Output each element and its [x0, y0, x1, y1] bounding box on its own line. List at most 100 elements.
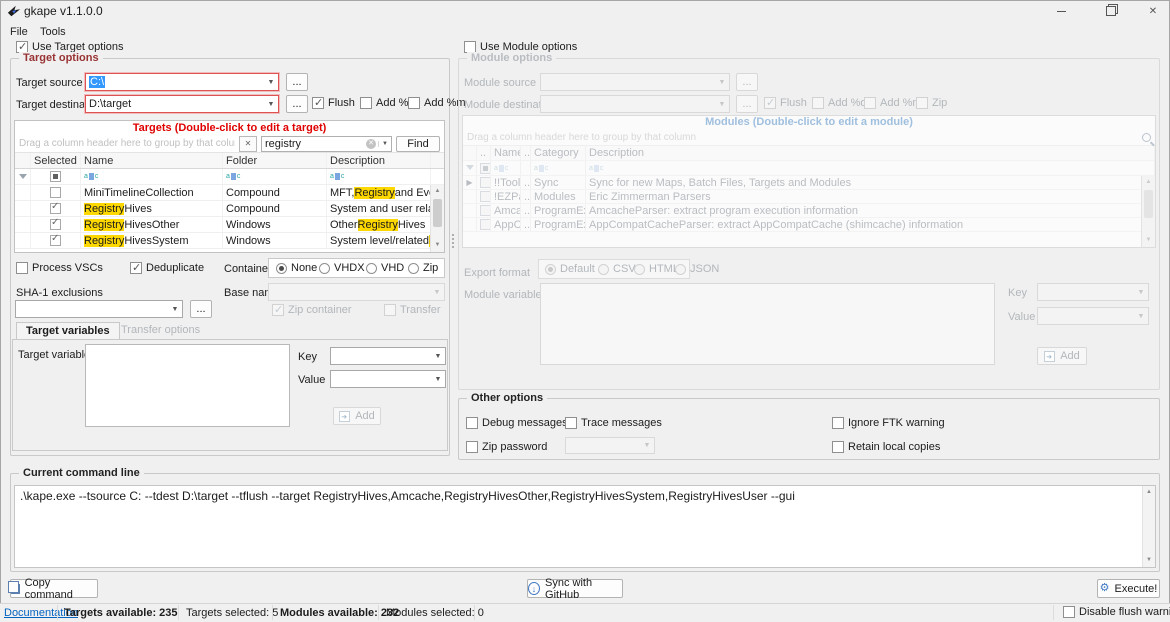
container-zip-radio[interactable]: Zip — [408, 262, 438, 274]
maximize-button[interactable] — [1094, 0, 1128, 22]
module-destination-browse-button: ... — [736, 95, 758, 113]
column-header-description[interactable]: Description — [327, 153, 431, 168]
close-button[interactable] — [1136, 0, 1170, 22]
target-key-combo[interactable]: ▼ — [330, 347, 446, 365]
row-checkbox[interactable] — [31, 201, 81, 216]
column-header-name[interactable]: Name — [81, 153, 223, 168]
sync-download-icon: ↓ — [528, 582, 540, 595]
target-destination-browse-button[interactable]: ... — [286, 95, 308, 113]
sha1-browse-button[interactable]: ... — [190, 300, 212, 318]
row-checkbox[interactable] — [31, 185, 81, 200]
table-row[interactable]: MiniTimelineCollection Compound MFT, Reg… — [15, 185, 444, 201]
row-checkbox — [477, 218, 491, 231]
sha1-exclusions-combo[interactable]: ▼ — [15, 300, 183, 318]
minimize-button[interactable] — [1044, 0, 1078, 22]
target-destination-combo[interactable]: D:\target ▼ — [85, 95, 279, 113]
table-row: !EZPar... ... Modules Eric Zimmerman Par… — [463, 190, 1155, 204]
row-checkbox — [477, 190, 491, 203]
targets-group-row: Drag a column header here to group by th… — [15, 135, 444, 153]
row-checkbox[interactable] — [31, 233, 81, 248]
command-scrollbar[interactable]: ▲ ▼ — [1142, 486, 1155, 567]
flush-checkbox[interactable]: Flush — [312, 97, 355, 109]
target-source-label: Target source — [16, 77, 83, 89]
other-options-group-title: Other options — [467, 392, 547, 404]
targets-search-input[interactable]: registry ✕ ▼ — [261, 136, 392, 152]
execute-button[interactable]: ⚙ Execute! — [1097, 579, 1160, 598]
ignore-ftk-warning-checkbox[interactable]: Ignore FTK warning — [832, 417, 945, 429]
debug-messages-checkbox[interactable]: Debug messages — [466, 417, 568, 429]
module-source-browse-button: ... — [736, 73, 758, 91]
chevron-down-icon[interactable]: ▼ — [431, 353, 445, 360]
disable-flush-warnings-checkbox[interactable]: Disable flush warnings — [1063, 606, 1170, 618]
tab-target-variables[interactable]: Target variables — [16, 322, 120, 339]
container-vhd-radio[interactable]: VHD — [366, 262, 404, 274]
panel-splitter[interactable] — [452, 234, 454, 248]
filter-funnel-icon — [463, 161, 477, 175]
export-html-radio: HTML — [634, 263, 679, 275]
menu-tools[interactable]: Tools — [36, 25, 70, 39]
sync-with-github-button[interactable]: ↓ Sync with GitHub — [527, 579, 623, 598]
scroll-up-icon[interactable]: ▲ — [431, 185, 444, 198]
filter-abc-icon: ac — [494, 165, 508, 172]
add-percent-d-checkbox[interactable]: Add %d — [360, 97, 415, 109]
select-all-checkbox[interactable] — [31, 169, 81, 184]
column-header-dots: ... — [521, 146, 531, 160]
gears-icon: ⚙ — [1100, 583, 1110, 594]
target-source-combo[interactable]: C:\ ▼ — [85, 73, 279, 91]
clear-filter-button[interactable]: ✕ — [239, 136, 257, 152]
clear-search-icon[interactable]: ✕ — [366, 139, 376, 149]
modules-table-title: Modules (Double-click to edit a module) — [463, 116, 1155, 129]
table-row[interactable]: RegistryHivesSystem Windows System level… — [15, 233, 444, 249]
folder-filter-cell[interactable]: ac — [223, 169, 327, 184]
chevron-down-icon[interactable]: ▼ — [378, 141, 391, 147]
retain-local-copies-checkbox[interactable]: Retain local copies — [832, 441, 940, 453]
export-default-radio: Default — [545, 263, 595, 275]
scroll-down-icon[interactable]: ▼ — [1143, 554, 1155, 567]
filter-funnel-icon[interactable] — [15, 169, 31, 184]
container-none-radio[interactable]: None — [276, 262, 317, 274]
chevron-down-icon[interactable]: ▼ — [264, 79, 278, 86]
add-percent-m-checkbox[interactable]: Add %m — [408, 97, 466, 109]
zip-container-checkbox: Zip container — [272, 304, 352, 316]
column-header-folder[interactable]: Folder — [223, 153, 327, 168]
select-all-checkbox — [477, 161, 491, 175]
deduplicate-checkbox[interactable]: Deduplicate — [130, 262, 204, 274]
command-line-box[interactable]: .\kape.exe --tsource C: --tdest D:\targe… — [14, 485, 1156, 568]
zip-password-checkbox[interactable]: Zip password — [466, 441, 547, 453]
chevron-down-icon: ▼ — [1134, 313, 1148, 320]
value-label: Value — [298, 374, 325, 386]
copy-command-button[interactable]: Copy command — [10, 579, 98, 598]
scroll-up-icon[interactable]: ▲ — [1143, 486, 1155, 499]
target-value-combo[interactable]: ▼ — [330, 370, 446, 388]
table-row[interactable]: RegistryHivesOther Windows Other Registr… — [15, 217, 444, 233]
chevron-down-icon[interactable]: ▼ — [264, 101, 278, 108]
target-variables-list[interactable] — [85, 344, 290, 427]
trace-messages-checkbox[interactable]: Trace messages — [565, 417, 662, 429]
modules-header-row: .. Name ... Category Description — [463, 146, 1155, 161]
module-destination-combo: ▼ — [540, 95, 730, 113]
name-filter-cell[interactable]: ac — [81, 169, 223, 184]
module-value-combo: ▼ — [1037, 307, 1149, 325]
menu-file[interactable]: File — [6, 25, 32, 39]
key-label: Key — [298, 351, 317, 363]
find-button[interactable]: Find — [396, 136, 440, 152]
column-header-category: Category — [531, 146, 586, 160]
container-vhdx-radio[interactable]: VHDX — [319, 262, 365, 274]
targets-scrollbar[interactable]: ▲ ▼ — [430, 185, 444, 252]
table-row[interactable]: RegistryHives Compound System and user r… — [15, 201, 444, 217]
scroll-thumb[interactable] — [433, 199, 442, 227]
chevron-down-icon[interactable]: ▼ — [168, 306, 182, 313]
column-header-selected[interactable]: Selected — [31, 153, 81, 168]
row-checkbox[interactable] — [31, 217, 81, 232]
module-variables-label: Module variables — [464, 289, 547, 301]
scroll-down-icon: ▼ — [1142, 234, 1155, 247]
process-vscs-checkbox[interactable]: Process VSCs — [16, 262, 103, 274]
module-key-label: Key — [1008, 287, 1027, 299]
target-source-browse-button[interactable]: ... — [286, 73, 308, 91]
title-bar: gkape v1.1.0.0 — [0, 0, 1170, 22]
chevron-down-icon: ▼ — [1134, 289, 1148, 296]
scroll-down-icon[interactable]: ▼ — [431, 239, 444, 252]
add-row-icon — [1044, 351, 1055, 362]
chevron-down-icon[interactable]: ▼ — [431, 376, 445, 383]
description-filter-cell[interactable]: ac — [327, 169, 431, 184]
